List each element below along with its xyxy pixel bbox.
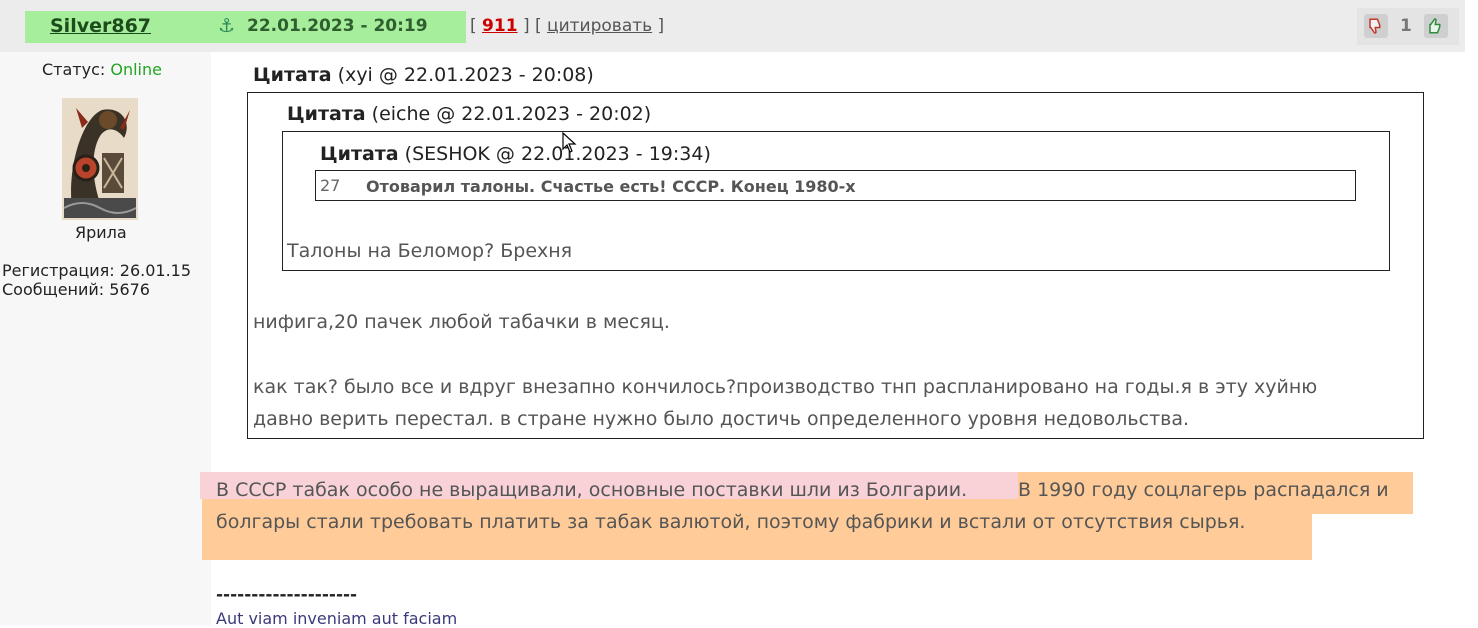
avatar-title: Ярила bbox=[75, 223, 127, 242]
quote-text-outer-1: нифига,20 пачек любой табачки в месяц. bbox=[253, 311, 670, 333]
vote-count: 1 bbox=[1400, 16, 1412, 36]
signature-separator: -------------------- bbox=[216, 585, 358, 605]
quote-header-outer: Цитата (xyi @ 22.01.2023 - 20:08) bbox=[253, 64, 594, 86]
topic-link-title[interactable]: Отоварил талоны. Счастье есть! СССР. Кон… bbox=[366, 177, 856, 196]
thumb-down-icon[interactable] bbox=[1364, 14, 1388, 38]
username-link[interactable]: Silver867 bbox=[50, 15, 151, 37]
topic-link-number: 27 bbox=[320, 176, 341, 195]
quote-header-middle: Цитата (eiche @ 22.01.2023 - 20:02) bbox=[287, 103, 652, 125]
quote-text-middle: Талоны на Беломор? Брехня bbox=[287, 240, 573, 262]
post-meta: [ 911 ] [ цитировать ] bbox=[470, 16, 665, 36]
post-number-link[interactable]: 911 bbox=[482, 16, 518, 36]
quote-text-outer-3: давно верить перестал. в стране нужно бы… bbox=[253, 408, 1190, 430]
status-online: Online bbox=[110, 60, 162, 79]
post-text-part1: В СССР табак особо не выращивали, основн… bbox=[216, 479, 968, 501]
post-text-line2: болгары стали требовать платить за табак… bbox=[216, 511, 1246, 533]
post-text-part2: В 1990 году соцлагерь распадался и bbox=[1018, 479, 1389, 501]
quote-button[interactable]: цитировать bbox=[547, 16, 652, 36]
avatar[interactable] bbox=[62, 98, 138, 220]
post-datetime: 22.01.2023 - 20:19 bbox=[247, 16, 428, 36]
mouse-cursor-icon bbox=[562, 132, 577, 153]
quote-text-outer-2: как так? было все и вдруг внезапно кончи… bbox=[253, 376, 1318, 398]
quote-header-inner: Цитата (SESHOK @ 22.01.2023 - 19:34) bbox=[320, 143, 711, 165]
anchor-icon[interactable]: ⚓ bbox=[218, 15, 235, 37]
message-count: Сообщений: 5676 bbox=[2, 280, 150, 299]
registration-date: Регистрация: 26.01.15 bbox=[2, 261, 192, 280]
user-stats: Регистрация: 26.01.15 Сообщений: 5676 bbox=[2, 261, 191, 299]
signature-text: Aut viam inveniam aut faciam bbox=[216, 609, 458, 628]
user-status: Статус: Online bbox=[42, 60, 162, 79]
thumb-up-icon[interactable] bbox=[1424, 14, 1448, 38]
